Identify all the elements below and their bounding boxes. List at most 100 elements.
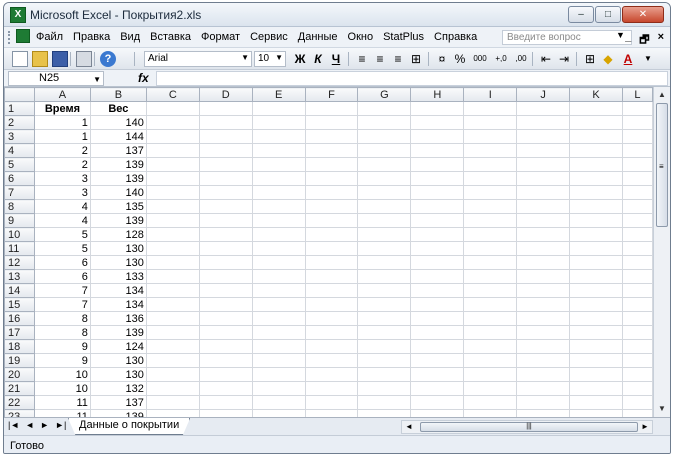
cell[interactable]: 10 [33,381,91,396]
cell[interactable] [251,339,306,354]
cell[interactable] [251,213,306,228]
row-header[interactable]: 11 [4,241,35,256]
cell[interactable] [569,297,623,312]
cell[interactable] [410,409,465,417]
scroll-up-icon[interactable]: ▲ [655,88,669,102]
cell[interactable]: 4 [33,213,91,228]
cell[interactable] [516,157,571,172]
cell[interactable] [357,255,412,270]
cell[interactable] [463,381,518,396]
cell[interactable] [304,353,359,368]
cell[interactable] [145,241,200,256]
cell[interactable] [463,241,518,256]
cell[interactable] [569,339,623,354]
cell[interactable] [145,115,200,130]
cell[interactable] [251,171,306,186]
cell[interactable] [251,227,306,242]
cell[interactable] [304,283,359,298]
cell[interactable]: 133 [89,269,147,284]
row-header[interactable]: 23 [4,409,35,417]
cell[interactable] [410,269,465,284]
cell[interactable] [410,227,465,242]
cell[interactable] [621,129,653,144]
cell[interactable] [145,143,200,158]
cell[interactable] [198,171,253,186]
cell[interactable] [145,367,200,382]
cell[interactable] [304,157,359,172]
cell[interactable] [516,409,571,417]
cell[interactable] [621,255,653,270]
cell[interactable] [569,395,623,410]
cell[interactable]: 130 [89,367,147,382]
cell[interactable] [569,185,623,200]
cell[interactable] [304,143,359,158]
cell[interactable] [621,185,653,200]
cell[interactable] [569,409,623,417]
cell[interactable] [304,311,359,326]
help-question-input[interactable]: Введите вопрос [502,30,632,45]
cell[interactable] [621,339,653,354]
cell[interactable]: 135 [89,199,147,214]
cell[interactable] [463,157,518,172]
cell[interactable] [463,269,518,284]
cell[interactable]: 8 [33,325,91,340]
cell[interactable] [198,157,253,172]
cell[interactable] [463,325,518,340]
cell[interactable] [463,115,518,130]
cell[interactable] [569,381,623,396]
cell[interactable] [251,381,306,396]
cell[interactable]: 132 [89,381,147,396]
cell[interactable] [621,143,653,158]
cell[interactable] [569,311,623,326]
cell[interactable] [621,171,653,186]
cell[interactable]: 139 [89,325,147,340]
column-header[interactable]: C [145,87,200,102]
vertical-scroll-thumb[interactable]: ≡ [656,103,668,227]
cell[interactable] [410,339,465,354]
cell[interactable] [569,325,623,340]
cell[interactable] [145,129,200,144]
cell[interactable] [357,241,412,256]
cell[interactable] [410,199,465,214]
row-header[interactable]: 5 [4,157,35,172]
cell[interactable] [357,339,412,354]
cell[interactable] [145,339,200,354]
cell[interactable] [516,129,571,144]
cell[interactable] [251,185,306,200]
cell[interactable]: 10 [33,367,91,382]
cell[interactable] [198,227,253,242]
menu-view[interactable]: Вид [120,31,140,43]
menu-grip-handle[interactable] [8,31,12,44]
borders-icon[interactable]: ⊞ [582,51,598,67]
cell[interactable]: 11 [33,395,91,410]
menu-format[interactable]: Формат [201,31,240,43]
first-sheet-button[interactable]: |◄ [8,420,19,430]
cell[interactable] [463,255,518,270]
cell[interactable] [251,395,306,410]
cell[interactable] [198,297,253,312]
cell[interactable]: 140 [89,115,147,130]
cell[interactable] [621,367,653,382]
cell[interactable] [410,367,465,382]
cell[interactable] [463,353,518,368]
percent-button[interactable]: % [452,51,468,67]
cell[interactable] [569,199,623,214]
cell[interactable] [569,255,623,270]
cell[interactable] [357,199,412,214]
bold-button[interactable]: Ж [292,51,308,67]
cell[interactable] [198,269,253,284]
scroll-left-icon[interactable]: ◄ [402,421,416,433]
row-header[interactable]: 6 [4,171,35,186]
cell[interactable]: 6 [33,269,91,284]
cell[interactable] [621,325,653,340]
cell[interactable] [198,115,253,130]
insert-function-icon[interactable]: fx [138,71,149,85]
cell[interactable] [357,227,412,242]
cell[interactable] [304,367,359,382]
cell[interactable] [463,395,518,410]
cell[interactable] [621,213,653,228]
cell[interactable] [357,157,412,172]
cell[interactable] [463,297,518,312]
maximize-button[interactable]: □ [595,6,621,23]
cell[interactable] [357,143,412,158]
